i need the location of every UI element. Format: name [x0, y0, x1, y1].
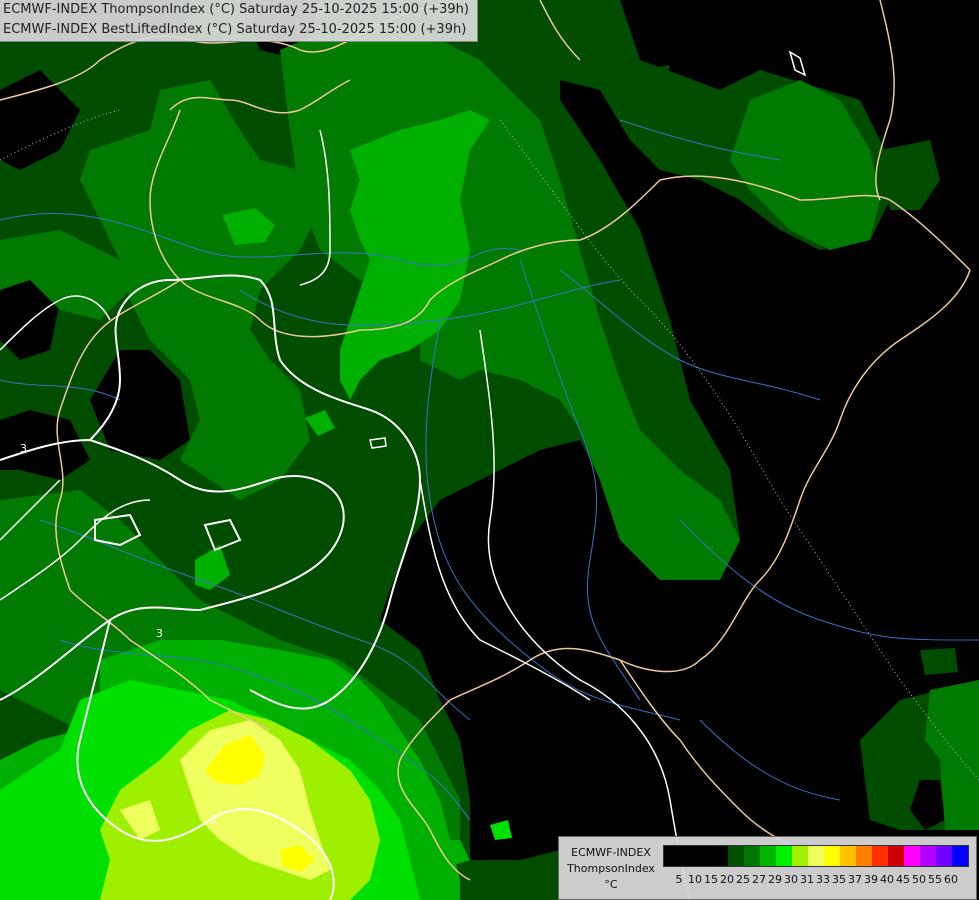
legend-tick: 30 — [784, 873, 798, 886]
legend-tick: 60 — [944, 873, 958, 886]
map-title-box: ECMWF-INDEX ThompsonIndex (°C) Saturday … — [0, 0, 478, 42]
legend-swatches — [663, 845, 969, 867]
legend-swatch — [808, 846, 824, 866]
legend-swatch — [696, 846, 712, 866]
legend-tick: 55 — [928, 873, 942, 886]
legend-tick: 50 — [912, 873, 926, 886]
contour-label: 3 — [156, 627, 163, 640]
legend-swatch — [792, 846, 808, 866]
legend-tick: 39 — [864, 873, 878, 886]
title-line-thompson: ECMWF-INDEX ThompsonIndex (°C) Saturday … — [3, 2, 469, 17]
legend-swatch — [680, 846, 696, 866]
legend-swatch — [712, 846, 728, 866]
legend-swatch — [920, 846, 936, 866]
color-legend: ECMWF-INDEX ThompsonIndex °C 5 10 15 20 25 27… — [558, 836, 977, 900]
legend-tick: 37 — [848, 873, 862, 886]
legend-swatch — [840, 846, 856, 866]
legend-tick: 35 — [832, 873, 846, 886]
title-line-bestlifted: ECMWF-INDEX BestLiftedIndex (°C) Saturda… — [3, 22, 467, 37]
legend-tick: 33 — [816, 873, 830, 886]
contour-label: 3 — [210, 813, 217, 826]
legend-swatch — [776, 846, 792, 866]
legend-tick: 27 — [752, 873, 766, 886]
legend-swatch — [728, 846, 744, 866]
legend-tick: 31 — [800, 873, 814, 886]
legend-swatch — [760, 846, 776, 866]
weather-map: 3 3 3 — [0, 0, 979, 900]
legend-tick: 40 — [880, 873, 894, 886]
contour-label: 3 — [20, 442, 27, 455]
legend-tick: 29 — [768, 873, 782, 886]
legend-swatch — [664, 846, 680, 866]
legend-swatch — [872, 846, 888, 866]
legend-tick: 20 — [720, 873, 734, 886]
legend-tick: 15 — [704, 873, 718, 886]
legend-unit: °C — [604, 878, 618, 891]
legend-tick: 5 — [675, 873, 683, 886]
legend-swatch — [744, 846, 760, 866]
legend-tick: 10 — [688, 873, 702, 886]
legend-swatch — [952, 846, 968, 866]
legend-swatch — [936, 846, 952, 866]
legend-tick: 25 — [736, 873, 750, 886]
legend-swatch — [824, 846, 840, 866]
legend-parameter: ThompsonIndex — [567, 862, 655, 875]
legend-model: ECMWF-INDEX — [571, 846, 651, 859]
legend-swatch — [856, 846, 872, 866]
legend-tick: 45 — [896, 873, 910, 886]
legend-swatch — [904, 846, 920, 866]
legend-swatch — [888, 846, 904, 866]
